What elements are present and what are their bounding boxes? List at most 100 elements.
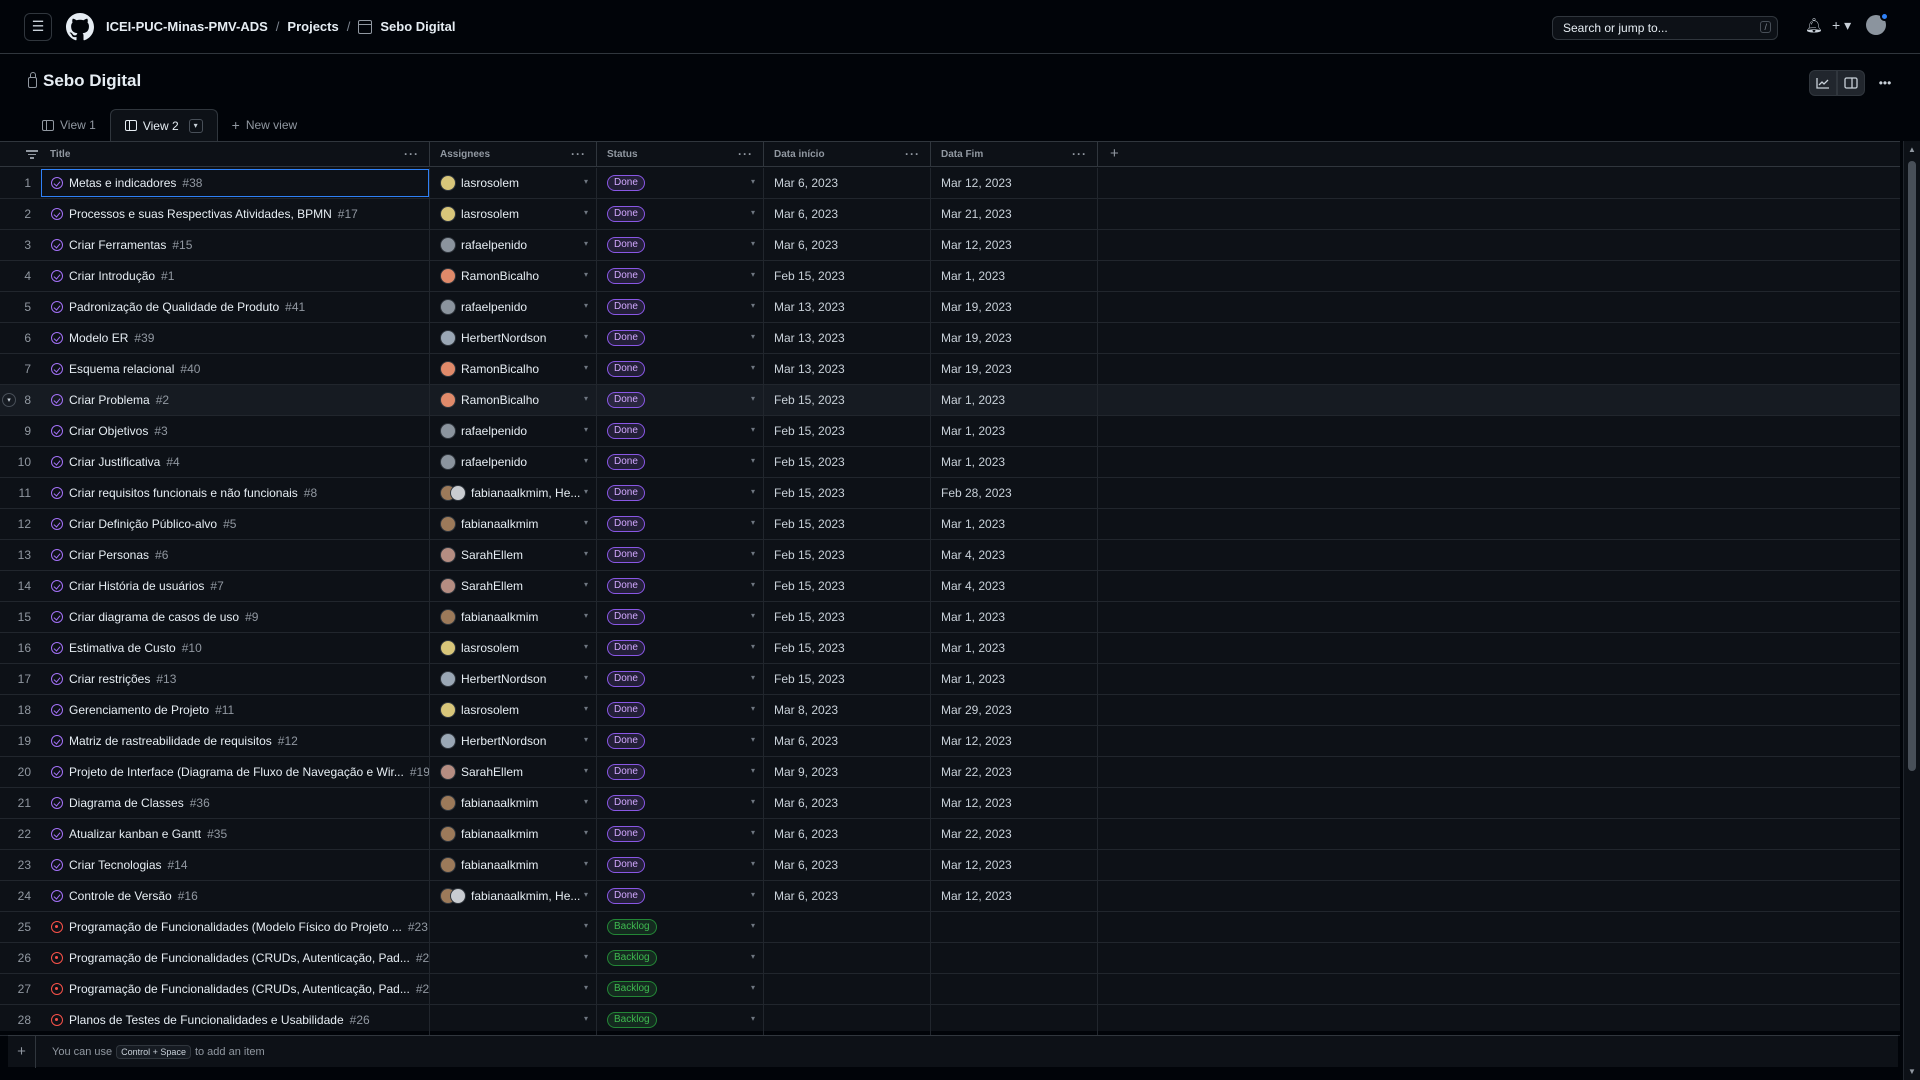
status-cell[interactable]: Done ▾ [597,509,764,539]
table-row[interactable]: 16 Estimativa de Custo #10 lasrosolem ▾ Done ▾… [0,633,1900,664]
assignees-cell[interactable]: lasrosolem ▾ [430,199,597,229]
status-cell[interactable]: Done ▾ [597,323,764,353]
end-date-cell[interactable] [931,1005,1098,1035]
table-row[interactable]: 12 Criar Definição Público-alvo #5 fabianaa… [0,509,1900,540]
title-cell[interactable]: Criar História de usuários #7 [40,571,430,601]
status-cell[interactable]: Done ▾ [597,602,764,632]
chevron-down-icon[interactable]: ▾ [751,1014,755,1023]
menu-icon[interactable]: ☰ [24,12,52,41]
status-cell[interactable]: Done ▾ [597,633,764,663]
issue-title-link[interactable]: Criar diagrama de casos de uso [69,610,239,624]
assignees-cell[interactable]: SarahEllem ▾ [430,757,597,787]
chevron-down-icon[interactable]: ▾ [584,332,588,341]
chevron-down-icon[interactable]: ▾ [751,921,755,930]
search-input[interactable]: Search or jump to... / [1552,16,1778,40]
chevron-down-icon[interactable]: ▾ [584,394,588,403]
table-row[interactable]: 6 Modelo ER #39 HerbertNordson ▾ Done ▾ Mar 13,… [0,323,1900,354]
chevron-down-icon[interactable]: ▾ [584,239,588,248]
chevron-down-icon[interactable]: ▾ [584,766,588,775]
assignees-cell[interactable]: rafaelpenido ▾ [430,292,597,322]
start-date-cell[interactable]: Feb 15, 2023 [764,509,931,539]
column-header-start-date[interactable]: Data início ··· [764,142,931,167]
view-options-chevron-icon[interactable]: ▾ [188,118,203,133]
table-row[interactable]: 20 Projeto de Interface (Diagrama de Flux… [0,757,1900,788]
issue-title-link[interactable]: Criar restrições [69,672,150,686]
issue-title-link[interactable]: Padronização de Qualidade de Produto [69,300,279,314]
status-cell[interactable]: Done ▾ [597,757,764,787]
table-row[interactable]: 14 Criar História de usuários #7 SarahEllem… [0,571,1900,602]
scroll-up-arrow-icon[interactable]: ▲ [1908,145,1916,154]
status-cell[interactable]: Done ▾ [597,230,764,260]
title-cell[interactable]: Criar Introdução #1 [40,261,430,291]
table-row[interactable]: 28 Planos de Testes de Funcionalidades e … [0,1005,1900,1036]
start-date-cell[interactable]: Feb 15, 2023 [764,478,931,508]
status-cell[interactable]: Backlog ▾ [597,912,764,942]
assignees-cell[interactable]: RamonBicalho ▾ [430,354,597,384]
chevron-down-icon[interactable]: ▾ [584,828,588,837]
table-row[interactable]: 5 Padronização de Qualidade de Produto #41… [0,292,1900,323]
chevron-down-icon[interactable]: ▾ [751,394,755,403]
chevron-down-icon[interactable]: ▾ [584,456,588,465]
issue-title-link[interactable]: Atualizar kanban e Gantt [69,827,201,841]
chevron-down-icon[interactable]: ▾ [584,208,588,217]
status-cell[interactable]: Backlog ▾ [597,974,764,1004]
end-date-cell[interactable]: Mar 19, 2023 [931,323,1098,353]
issue-title-link[interactable]: Projeto de Interface (Diagrama de Fluxo … [69,765,404,779]
issue-title-link[interactable]: Programação de Funcionalidades (Modelo F… [69,920,402,934]
vertical-scrollbar[interactable]: ▲ ▼ [1903,141,1920,1080]
status-cell[interactable]: Done ▾ [597,199,764,229]
start-date-cell[interactable]: Mar 6, 2023 [764,819,931,849]
status-cell[interactable]: Done ▾ [597,788,764,818]
title-cell[interactable]: Criar restrições #13 [40,664,430,694]
chevron-down-icon[interactable]: ▾ [751,549,755,558]
start-date-cell[interactable]: Mar 6, 2023 [764,881,931,911]
assignees-cell[interactable]: fabianaalkmim ▾ [430,602,597,632]
end-date-cell[interactable]: Mar 1, 2023 [931,416,1098,446]
issue-title-link[interactable]: Criar Justificativa [69,455,160,469]
chevron-down-icon[interactable]: ▾ [751,611,755,620]
status-cell[interactable]: Done ▾ [597,416,764,446]
title-cell[interactable]: Programação de Funcionalidades (Modelo F… [40,912,430,942]
status-cell[interactable]: Done ▾ [597,726,764,756]
status-cell[interactable]: Done ▾ [597,571,764,601]
status-cell[interactable]: Done ▾ [597,540,764,570]
table-row[interactable]: 24 Controle de Versão #16 fabianaalkmim, He… [0,881,1900,912]
start-date-cell[interactable]: Feb 15, 2023 [764,447,931,477]
assignees-cell[interactable]: RamonBicalho ▾ [430,261,597,291]
tab-view-1[interactable]: View 1 [28,109,110,141]
issue-title-link[interactable]: Controle de Versão [69,889,172,903]
column-menu-icon[interactable]: ··· [404,147,419,161]
issue-title-link[interactable]: Criar Introdução [69,269,155,283]
table-row[interactable]: 17 Criar restrições #13 HerbertNordson ▾ Done… [0,664,1900,695]
title-cell[interactable]: Criar Definição Público-alvo #5 [40,509,430,539]
status-cell[interactable]: Done ▾ [597,819,764,849]
breadcrumb-project-link[interactable]: Sebo Digital [380,19,455,34]
add-column-plus-icon[interactable]: + [1110,145,1119,162]
chevron-down-icon[interactable]: ▾ [751,704,755,713]
chevron-down-icon[interactable]: ▾ [584,952,588,961]
end-date-cell[interactable]: Mar 22, 2023 [931,819,1098,849]
table-row[interactable]: 23 Criar Tecnologias #14 fabianaalkmim ▾ Done… [0,850,1900,881]
add-item-plus-icon[interactable]: + [8,1035,36,1068]
table-row[interactable]: 19 Matriz de rastreabilidade de requisito… [0,726,1900,757]
start-date-cell[interactable]: Feb 15, 2023 [764,385,931,415]
chevron-down-icon[interactable]: ▾ [584,425,588,434]
chevron-down-icon[interactable]: ▾ [584,301,588,310]
assignees-cell[interactable]: SarahEllem ▾ [430,571,597,601]
title-cell[interactable]: Esquema relacional #40 [40,354,430,384]
table-row[interactable]: 21 Diagrama de Classes #36 fabianaalkmim ▾ Do… [0,788,1900,819]
end-date-cell[interactable] [931,974,1098,1004]
breadcrumb-org-link[interactable]: ICEI-PUC-Minas-PMV-ADS [106,19,268,34]
tab-view-2[interactable]: View 2 ▾ [109,109,218,141]
column-menu-icon[interactable]: ··· [738,147,753,161]
chevron-down-icon[interactable]: ▾ [584,642,588,651]
status-cell[interactable]: Backlog ▾ [597,1005,764,1035]
assignees-cell[interactable]: ▾ [430,943,597,973]
title-cell[interactable]: Criar Justificativa #4 [40,447,430,477]
column-header-assignees[interactable]: Assignees ··· [430,142,597,167]
end-date-cell[interactable]: Mar 12, 2023 [931,788,1098,818]
issue-title-link[interactable]: Gerenciamento de Projeto [69,703,209,717]
end-date-cell[interactable]: Mar 4, 2023 [931,571,1098,601]
title-cell[interactable]: Criar Personas #6 [40,540,430,570]
chevron-down-icon[interactable]: ▾ [751,301,755,310]
